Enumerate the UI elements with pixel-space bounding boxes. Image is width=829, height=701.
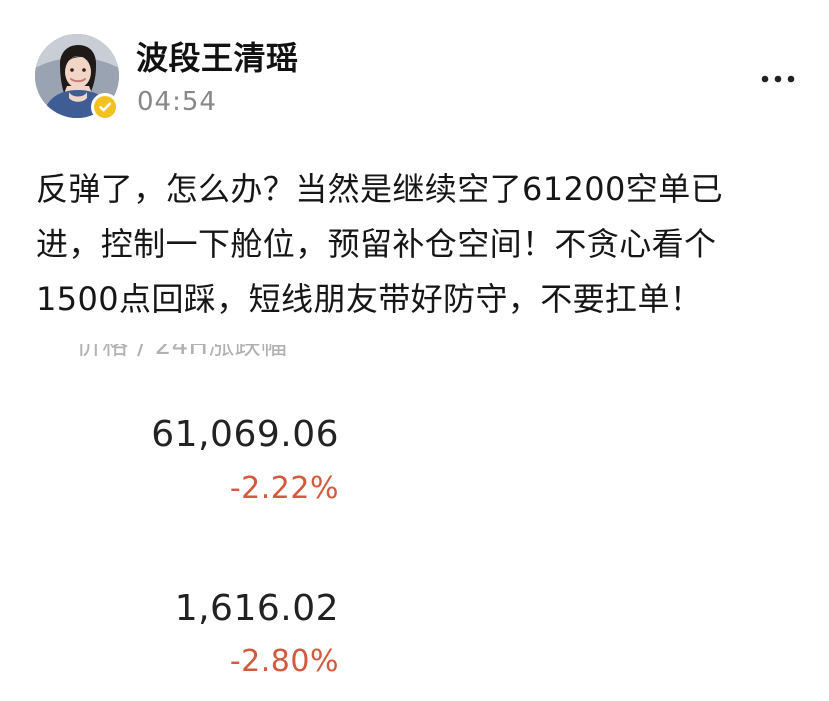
price-value: 1,616.02 (174, 588, 339, 629)
post-text-line: 进，控制一下舱位，预留补仓空间！不贪心看个 (36, 225, 717, 263)
more-options-button[interactable] (756, 66, 800, 92)
price-value: 61,069.06 (151, 414, 339, 455)
post-text-line: 反弹了，怎么办？当然是继续空了61200空单已 (36, 170, 723, 208)
change-value: -2.80% (229, 644, 339, 679)
weibo-post: 波段王清瑶 04:54 反弹了，怎么办？当然是继续空了61200空单已 进，控制… (0, 0, 829, 701)
post-text-line: 1500点回踩，短线朋友带好防守，不要扛单！ (36, 280, 703, 318)
more-dots-icon (761, 75, 795, 83)
verified-check-icon (91, 93, 119, 121)
post-text: 反弹了，怎么办？当然是继续空了61200空单已 进，控制一下舱位，预留补仓空间！… (36, 162, 796, 327)
change-value: -2.22% (229, 471, 339, 506)
post-time: 04:54 (137, 87, 217, 117)
author-name[interactable]: 波段王清瑶 (136, 38, 299, 78)
header-crop-mask (60, 322, 380, 344)
embedded-price-screenshot[interactable]: 价格 / 24H涨跌幅 61,069.06 -2.22% 1,616.02 -2… (0, 322, 829, 701)
